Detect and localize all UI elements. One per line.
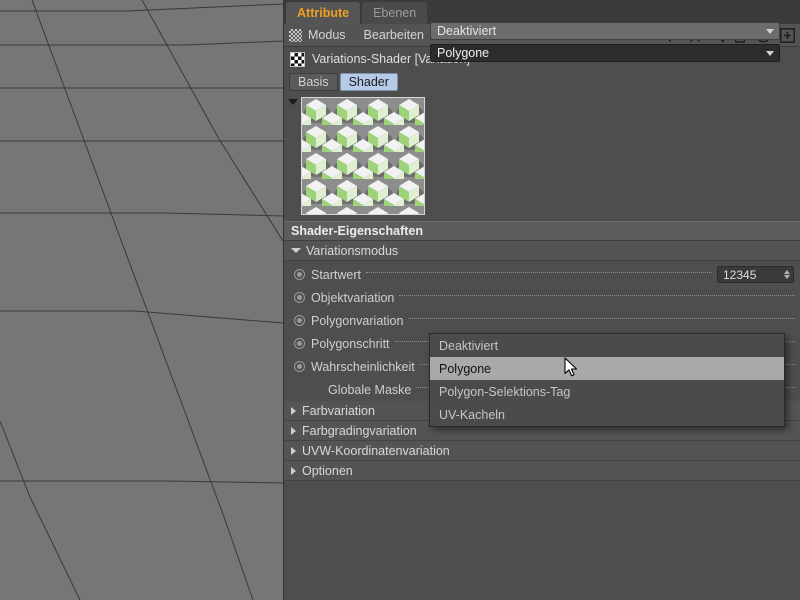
startwert-value: 12345: [723, 267, 757, 282]
subtab-shader[interactable]: Shader: [339, 73, 398, 91]
anim-track-icon[interactable]: [294, 292, 305, 303]
3d-viewport[interactable]: [0, 0, 283, 600]
group-optionen[interactable]: Optionen: [284, 461, 800, 481]
group-farbvariation-label: Farbvariation: [302, 403, 375, 418]
group-uvw-label: UVW-Koordinatenvariation: [302, 443, 450, 458]
checkerboard-shader-icon: [290, 51, 305, 67]
anim-track-icon[interactable]: [294, 269, 305, 280]
menu-modus[interactable]: Modus: [308, 28, 346, 42]
polygonvariation-combo[interactable]: Polygone: [430, 44, 780, 62]
polygonvariation-value: Polygone: [437, 46, 490, 60]
row-startwert: Startwert 12345: [284, 263, 800, 286]
leader-dots: [366, 271, 712, 273]
stepper-icon[interactable]: [784, 270, 790, 279]
dropdown-option-polygon-selektions-tag[interactable]: Polygon-Selektions-Tag: [430, 380, 784, 403]
leader-dots: [408, 317, 795, 319]
group-farbgradingvariation-label: Farbgradingvariation: [302, 423, 417, 438]
label-wahrscheinlichkeit: Wahrscheinlichkeit: [311, 359, 415, 374]
chevron-right-icon: [291, 466, 296, 475]
row-objektvariation: Objektvariation: [284, 286, 800, 309]
objektvariation-value: Deaktiviert: [437, 24, 497, 38]
group-variationsmodus-label: Variationsmodus: [306, 243, 399, 258]
label-polygonvariation: Polygonvariation: [311, 313, 404, 328]
preview-collapse-icon[interactable]: [288, 99, 298, 105]
attribute-manager-panel: Attribute Ebenen Modus Bearbeiten Benutz…: [283, 0, 800, 600]
objektvariation-combo[interactable]: Deaktiviert: [430, 22, 780, 40]
viewport-wireframe: [0, 0, 283, 600]
leader-dots: [399, 294, 795, 296]
checker-modus-icon[interactable]: [289, 29, 302, 42]
chevron-down-icon: [291, 248, 301, 253]
group-uvw-koordinatenvariation[interactable]: UVW-Koordinatenvariation: [284, 441, 800, 461]
app-window: Attribute Ebenen Modus Bearbeiten Benutz…: [0, 0, 800, 600]
chevron-right-icon: [291, 446, 296, 455]
subtab-basis[interactable]: Basis: [289, 73, 338, 91]
preview-row: [284, 93, 800, 221]
tab-attribute[interactable]: Attribute: [286, 2, 361, 24]
dropdown-option-uv-kacheln[interactable]: UV-Kacheln: [430, 403, 784, 426]
label-objektvariation: Objektvariation: [311, 290, 395, 305]
chevron-down-icon: [766, 50, 774, 56]
chevron-right-icon: [291, 406, 296, 415]
label-globale-maske: Globale Maske: [328, 382, 412, 397]
shader-preview-thumbnail[interactable]: [301, 97, 425, 215]
group-optionen-label: Optionen: [302, 463, 353, 478]
anim-track-icon[interactable]: [294, 338, 305, 349]
shader-properties-header: Shader-Eigenschaften: [284, 221, 800, 241]
label-startwert: Startwert: [311, 267, 362, 282]
anim-track-icon[interactable]: [294, 315, 305, 326]
group-variationsmodus[interactable]: Variationsmodus: [284, 241, 800, 261]
startwert-input[interactable]: 12345: [717, 266, 794, 283]
mouse-cursor: [564, 357, 580, 384]
polygonvariation-dropdown[interactable]: Deaktiviert Polygone Polygon-Selektions-…: [429, 333, 785, 427]
chevron-right-icon: [291, 426, 296, 435]
dropdown-option-polygone[interactable]: Polygone: [430, 357, 784, 380]
chevron-down-icon: [766, 28, 774, 34]
dropdown-option-deaktiviert[interactable]: Deaktiviert: [430, 334, 784, 357]
menu-bearbeiten[interactable]: Bearbeiten: [364, 28, 424, 42]
plus-icon[interactable]: [780, 28, 795, 43]
row-polygonvariation: Polygonvariation: [284, 309, 800, 332]
label-polygonschritt: Polygonschritt: [311, 336, 390, 351]
object-subtabs: Basis Shader: [284, 71, 800, 93]
panel-tabbar: Attribute Ebenen: [284, 0, 800, 24]
tab-ebenen[interactable]: Ebenen: [362, 2, 428, 24]
anim-track-icon[interactable]: [294, 361, 305, 372]
